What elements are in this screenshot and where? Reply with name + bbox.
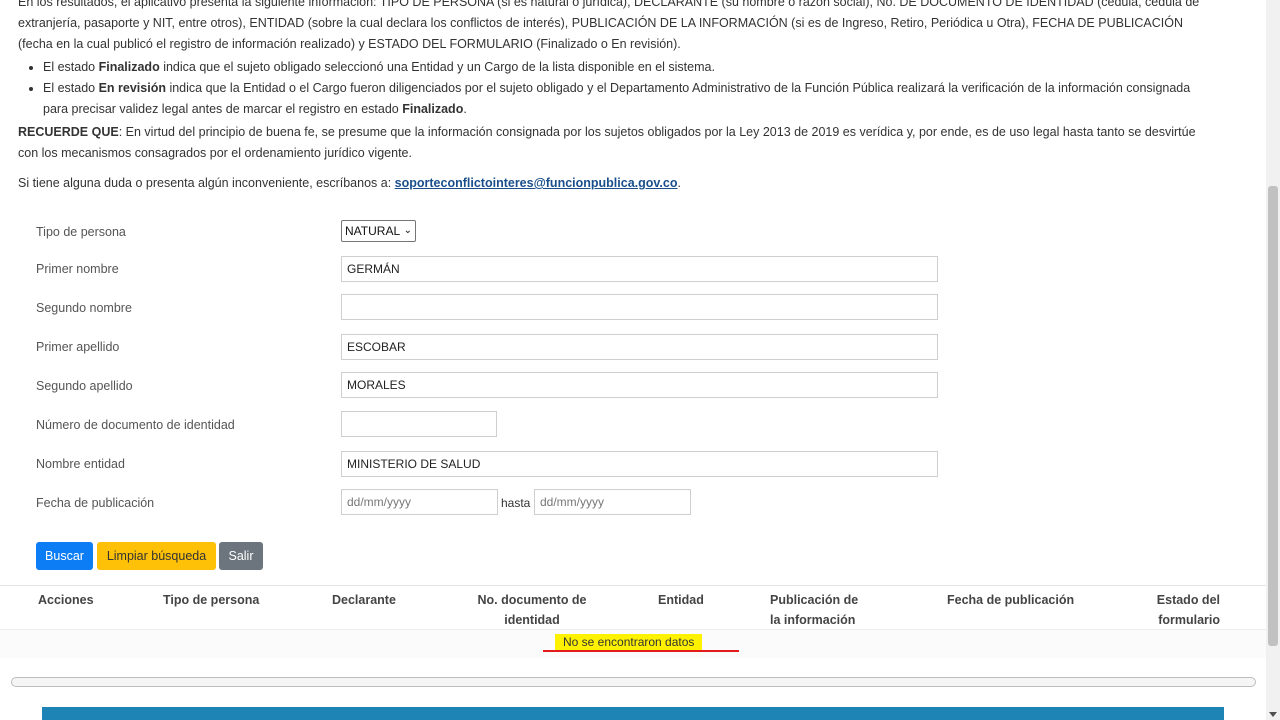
buscar-button[interactable]: Buscar [36, 542, 93, 570]
label-segundo-nombre: Segundo nombre [36, 301, 132, 315]
tipo-persona-select[interactable]: NATURAL ⌄ [341, 220, 416, 242]
row-segundo-nombre: Segundo nombre [36, 294, 946, 323]
entidad-input[interactable]: MINISTERIO DE SALUD [341, 451, 938, 477]
row-tipo-persona: Tipo de persona NATURAL ⌄ [36, 219, 946, 247]
label-documento: Número de documento de identidad [36, 418, 235, 432]
label-entidad: Nombre entidad [36, 457, 125, 471]
row-documento: Número de documento de identidad [36, 411, 946, 440]
row-primer-nombre: Primer nombre GERMÁN [36, 256, 946, 284]
vertical-scrollbar[interactable] [1266, 0, 1280, 720]
intro-paragraph: En los resultados, el aplicativo present… [18, 0, 1200, 51]
col-acciones: Acciones [38, 593, 94, 607]
support-email-link[interactable]: soporteconflictointeres@funcionpublica.g… [395, 176, 678, 190]
documento-input[interactable] [341, 411, 497, 437]
main-content: En los resultados, el aplicativo present… [0, 0, 1266, 720]
recuerde-paragraph: RECUERDE QUE: En virtud del principio de… [18, 125, 1196, 160]
col-tipo-persona: Tipo de persona [163, 593, 260, 607]
label-tipo-persona: Tipo de persona [36, 225, 126, 239]
label-primer-apellido: Primer apellido [36, 340, 120, 354]
col-publicacion: Publicación de la información [770, 593, 859, 627]
segundo-apellido-input[interactable]: MORALES [341, 372, 938, 398]
footer-banner [42, 707, 1224, 720]
contact-paragraph: Si tiene alguna duda o presenta algún in… [18, 176, 681, 190]
chevron-down-icon: ⌄ [403, 225, 412, 236]
label-fecha-publicacion: Fecha de publicación [36, 496, 155, 510]
results-table-header: Acciones Tipo de persona Declarante No. … [0, 585, 1266, 630]
primer-apellido-input[interactable]: ESCOBAR [341, 334, 938, 360]
col-documento: No. documento de identidad [477, 593, 587, 627]
col-entidad: Entidad [658, 593, 704, 607]
label-segundo-apellido: Segundo apellido [36, 379, 133, 393]
fecha-hasta-input[interactable]: dd/mm/yyyy [534, 489, 691, 515]
row-primer-apellido: Primer apellido ESCOBAR [36, 334, 946, 362]
row-entidad: Nombre entidad MINISTERIO DE SALUD [36, 451, 946, 479]
status-list: El estado Finalizado indica que el sujet… [18, 57, 1218, 120]
col-estado-formulario: Estado del formulario [1156, 593, 1220, 627]
label-primer-nombre: Primer nombre [36, 262, 119, 276]
primer-nombre-input[interactable]: GERMÁN [341, 256, 938, 282]
col-declarante: Declarante [332, 593, 396, 607]
no-data-message: No se encontraron datos [555, 634, 703, 650]
row-segundo-apellido: Segundo apellido MORALES [36, 372, 946, 401]
scroll-down-icon[interactable] [1269, 712, 1277, 717]
status-item-finalizado: El estado Finalizado indica que el sujet… [43, 57, 1218, 78]
intro-text: En los resultados, el aplicativo present… [18, 0, 1218, 194]
row-fecha-publicacion: Fecha de publicación dd/mm/yyyy hasta dd… [36, 489, 946, 518]
scrollbar-thumb[interactable] [1268, 186, 1278, 646]
col-fecha-publicacion: Fecha de publicación [947, 593, 1075, 607]
fecha-desde-input[interactable]: dd/mm/yyyy [341, 489, 498, 515]
limpiar-busqueda-button[interactable]: Limpiar búsqueda [97, 542, 216, 570]
segundo-nombre-input[interactable] [341, 294, 938, 320]
hasta-label: hasta [501, 496, 531, 510]
annotation-underline [543, 650, 739, 652]
horizontal-scrollbar[interactable] [11, 677, 1256, 687]
status-item-en-revision: El estado En revisión indica que la Enti… [43, 78, 1218, 120]
salir-button[interactable]: Salir [219, 542, 263, 570]
